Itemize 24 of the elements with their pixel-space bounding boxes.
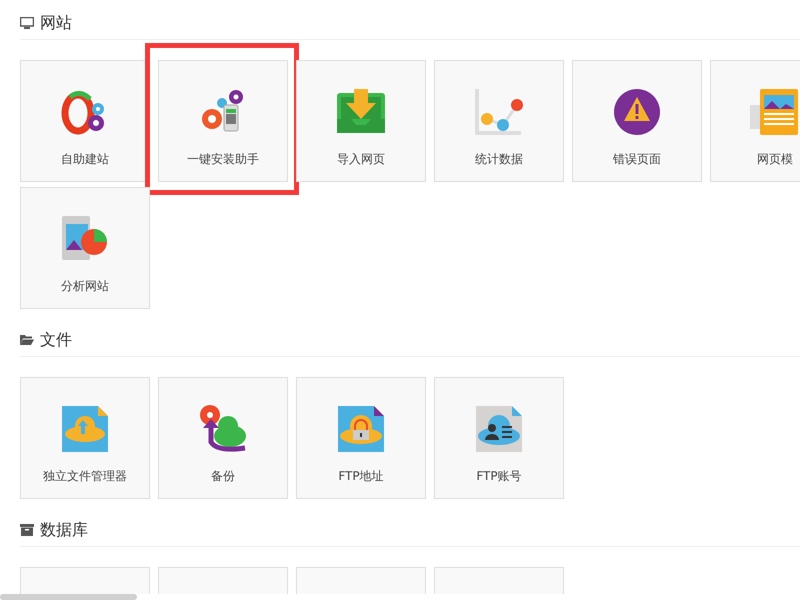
archive-icon: [20, 524, 34, 536]
cloud-lock-file-icon: [336, 404, 386, 454]
section-title: 网站: [40, 12, 72, 34]
app-tile[interactable]: 独立文件管理器: [20, 377, 150, 499]
app-tile[interactable]: 网页模: [710, 60, 800, 182]
app-tile[interactable]: FTP账号: [434, 377, 564, 499]
app-tile[interactable]: 备份: [158, 377, 288, 499]
section-title: 文件: [40, 330, 72, 350]
chart-icon: [474, 87, 524, 137]
warning-icon: [612, 87, 662, 137]
app-tile[interactable]: 导入网页: [296, 60, 426, 182]
folder-icon: [20, 334, 34, 346]
section-title: 数据库: [40, 520, 88, 540]
cloud-arrow-icon: [198, 404, 248, 454]
app-tile[interactable]: 一键安装助手: [158, 60, 288, 182]
monitor-icon: [20, 17, 34, 29]
cloud-upload-file-icon: [60, 404, 110, 454]
app-tile[interactable]: 统计数据: [434, 60, 564, 182]
cloud-contact-file-icon: [474, 404, 524, 454]
app-tile[interactable]: FTP地址: [296, 377, 426, 499]
app-tile[interactable]: 错误页面: [572, 60, 702, 182]
scrollbar[interactable]: [0, 594, 137, 600]
document-image-icon: [750, 87, 800, 137]
app-tile[interactable]: 分析网站: [20, 187, 150, 309]
